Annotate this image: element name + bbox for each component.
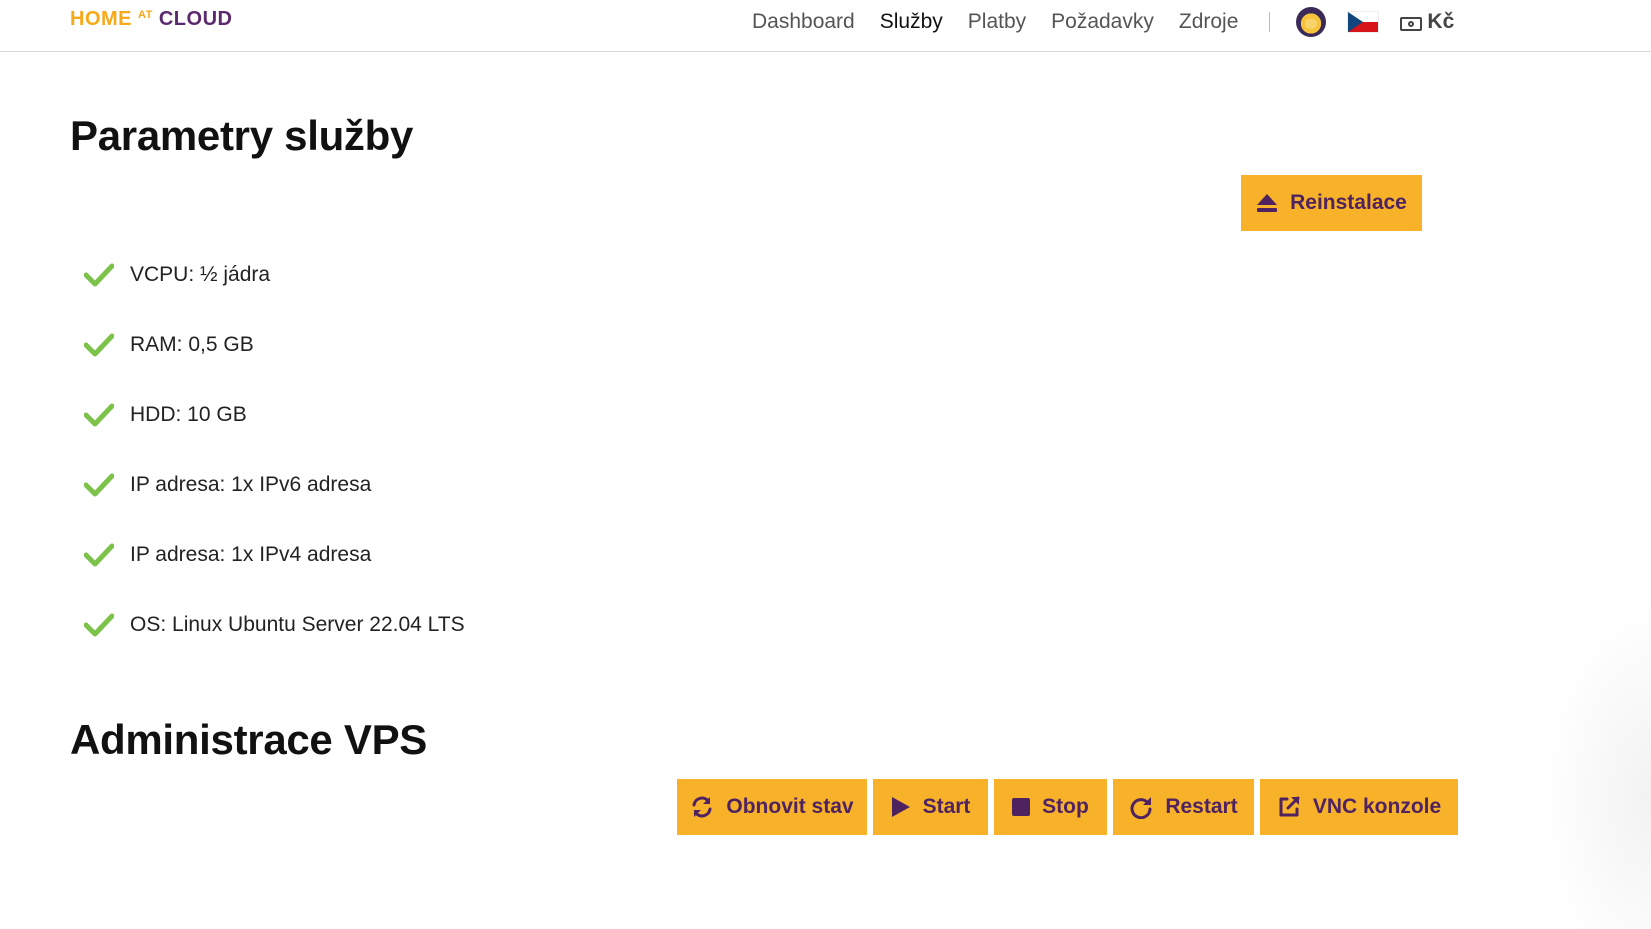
refresh-icon bbox=[692, 796, 712, 818]
check-icon bbox=[84, 543, 114, 567]
nav-pozadavky[interactable]: Požadavky bbox=[1051, 10, 1154, 34]
refresh-status-button[interactable]: Obnovit stav bbox=[677, 779, 867, 835]
check-icon bbox=[84, 333, 114, 357]
restart-label: Restart bbox=[1165, 795, 1238, 818]
logo-at-text: AT bbox=[138, 9, 153, 21]
redo-icon bbox=[1130, 797, 1152, 819]
section-title-vps-admin: Administrace VPS bbox=[70, 716, 427, 763]
user-avatar-icon[interactable] bbox=[1296, 7, 1327, 37]
logo-cloud-text: CLOUD bbox=[158, 8, 233, 30]
parameter-text: VCPU: ½ jádra bbox=[130, 263, 271, 286]
vnc-console-button[interactable]: VNC konzole bbox=[1260, 779, 1458, 835]
list-item: HDD: 10 GB bbox=[84, 380, 465, 450]
money-icon bbox=[1400, 17, 1423, 31]
top-navbar: HOME AT CLOUD Dashboard Služby Platby Po… bbox=[0, 0, 1651, 52]
eject-icon bbox=[1257, 194, 1278, 212]
vnc-label: VNC konzole bbox=[1312, 795, 1442, 818]
list-item: IP adresa: 1x IPv4 adresa bbox=[84, 520, 465, 590]
reinstall-button[interactable]: Reinstalace bbox=[1241, 175, 1422, 231]
cz-flag-icon[interactable] bbox=[1348, 12, 1379, 32]
service-parameter-list: VCPU: ½ jádra RAM: 0,5 GB HDD: 10 GB IP … bbox=[84, 240, 465, 660]
reinstall-label: Reinstalace bbox=[1290, 191, 1407, 214]
check-icon bbox=[84, 613, 114, 637]
parameter-text: RAM: 0,5 GB bbox=[130, 333, 254, 356]
parameter-text: IP adresa: 1x IPv4 adresa bbox=[130, 543, 372, 566]
currency-label: Kč bbox=[1427, 10, 1455, 33]
nav-divider bbox=[1269, 12, 1271, 32]
list-item: RAM: 0,5 GB bbox=[84, 310, 465, 380]
nav-platby[interactable]: Platby bbox=[968, 10, 1026, 34]
stop-button[interactable]: Stop bbox=[994, 779, 1107, 835]
parameter-text: OS: Linux Ubuntu Server 22.04 LTS bbox=[130, 613, 465, 636]
check-icon bbox=[84, 263, 114, 287]
check-icon bbox=[84, 403, 114, 427]
background-shade bbox=[1541, 600, 1651, 929]
start-label: Start bbox=[922, 795, 971, 818]
nav-dashboard[interactable]: Dashboard bbox=[752, 10, 855, 34]
stop-icon bbox=[1012, 798, 1031, 816]
list-item: IP adresa: 1x IPv6 adresa bbox=[84, 450, 465, 520]
refresh-label: Obnovit stav bbox=[726, 795, 854, 818]
list-item: OS: Linux Ubuntu Server 22.04 LTS bbox=[84, 590, 465, 660]
list-item: VCPU: ½ jádra bbox=[84, 240, 465, 310]
check-icon bbox=[84, 473, 114, 497]
currency-selector[interactable]: Kč bbox=[1400, 10, 1454, 34]
stop-label: Stop bbox=[1042, 795, 1089, 818]
external-link-icon bbox=[1279, 796, 1300, 817]
play-icon bbox=[891, 797, 910, 817]
start-button[interactable]: Start bbox=[873, 779, 988, 835]
main-nav: Dashboard Služby Platby Požadavky Zdroje… bbox=[752, 6, 1454, 38]
restart-button[interactable]: Restart bbox=[1113, 779, 1254, 835]
nav-sluzby[interactable]: Služby bbox=[880, 10, 943, 34]
home-at-cloud-logo[interactable]: HOME AT CLOUD bbox=[70, 8, 232, 32]
parameter-text: IP adresa: 1x IPv6 adresa bbox=[130, 473, 372, 496]
logo-home-text: HOME bbox=[70, 8, 132, 30]
parameter-text: HDD: 10 GB bbox=[130, 403, 247, 426]
nav-zdroje[interactable]: Zdroje bbox=[1179, 10, 1239, 34]
page-title-parameters: Parametry služby bbox=[70, 112, 414, 159]
